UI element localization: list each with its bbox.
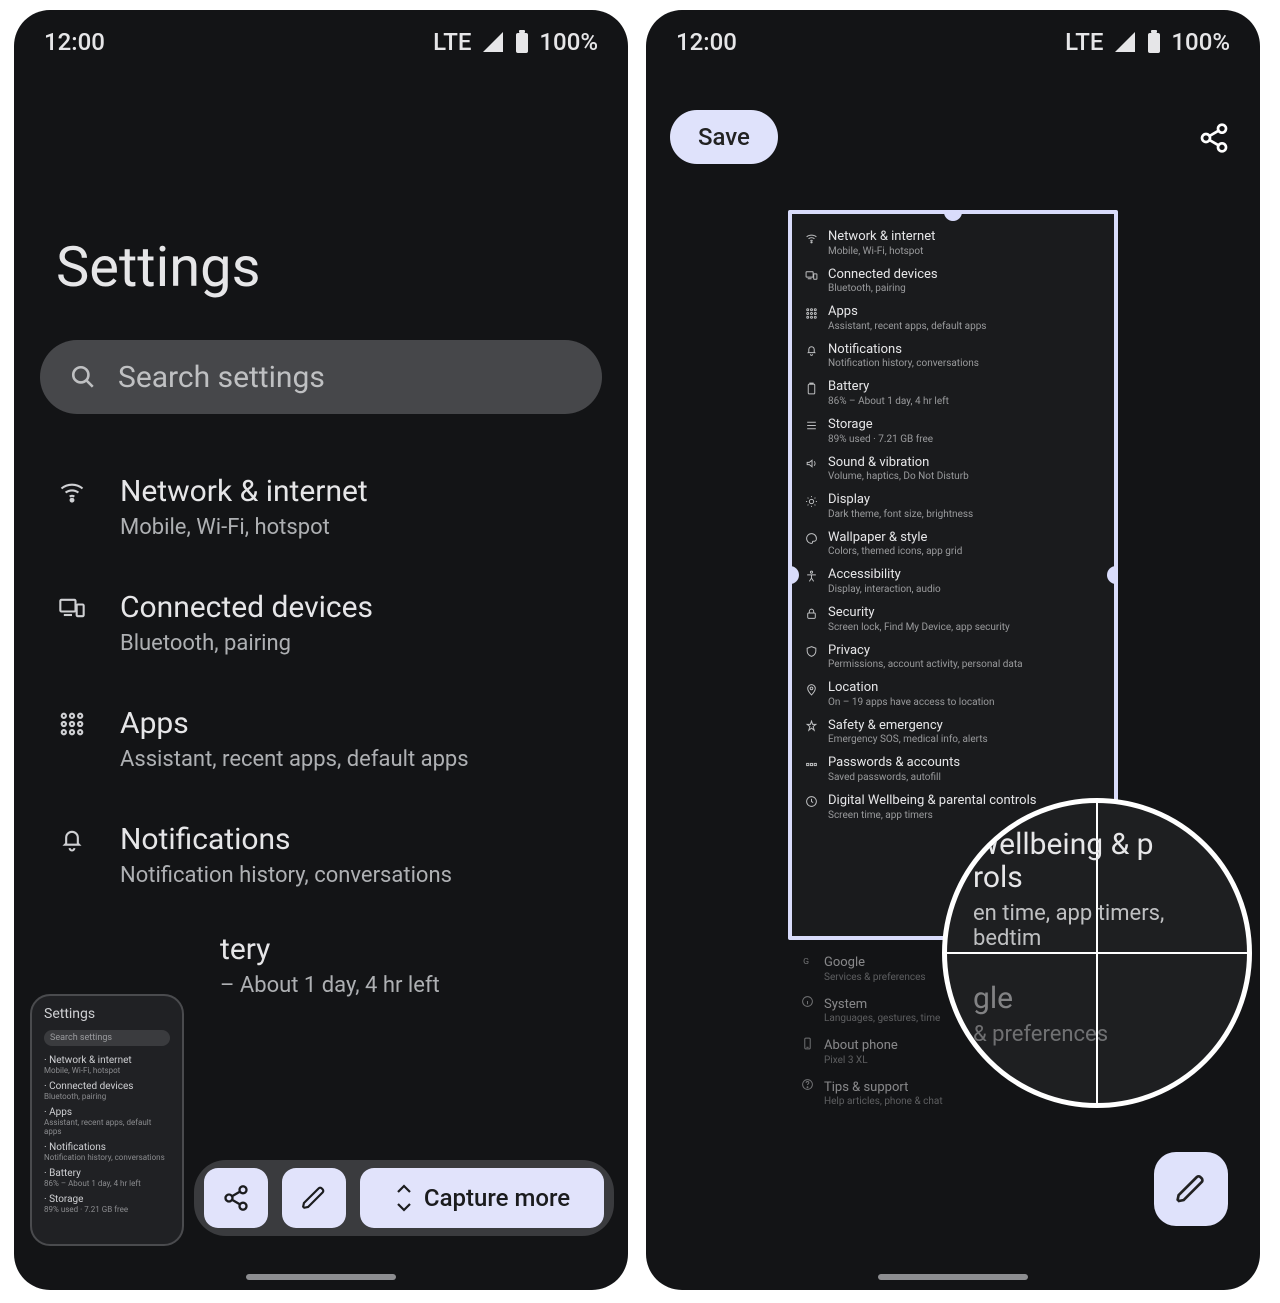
thumb-row: · Network & internetMobile, Wi-Fi, hotsp…: [44, 1052, 170, 1078]
list-item[interactable]: Connected devices Bluetooth, pairing: [58, 564, 614, 680]
wifi-icon: [58, 478, 86, 506]
thumb-row: · Connected devicesBluetooth, pairing: [44, 1078, 170, 1104]
status-time: 12:00: [44, 28, 105, 56]
left-phone-frame: 12:00 LTE 100% Settings Search settings: [14, 10, 628, 1290]
battery-icon: [58, 936, 86, 964]
signal-icon: [481, 30, 505, 54]
mini-list-item: AppsAssistant, recent apps, default apps: [804, 299, 1102, 337]
screenshot-toolbar: Capture more: [194, 1160, 614, 1236]
storage-icon: [804, 419, 818, 433]
thumb-row: · Battery86% – About 1 day, 4 hr left: [44, 1165, 170, 1191]
list-item-title: Network & internet: [120, 472, 368, 511]
list-item-title: tery: [120, 930, 440, 969]
status-network: LTE: [1065, 28, 1103, 56]
status-time: 12:00: [676, 28, 737, 56]
status-battery: 100%: [539, 28, 598, 56]
svg-text:G: G: [803, 956, 809, 966]
search-input[interactable]: Search settings: [40, 340, 602, 414]
battery-icon: [804, 381, 818, 395]
magnifier-text: gle: [973, 981, 1237, 1016]
status-network: LTE: [433, 28, 471, 56]
share-button[interactable]: [204, 1168, 268, 1228]
signal-icon: [1113, 30, 1137, 54]
star-icon: [804, 720, 818, 734]
search-icon: [70, 364, 96, 390]
mini-list-item: NotificationsNotification history, conve…: [804, 337, 1102, 375]
mini-list-item: Battery86% – About 1 day, 4 hr left: [804, 374, 1102, 412]
gesture-nav-pill[interactable]: [878, 1274, 1028, 1280]
list-item[interactable]: Apps Assistant, recent apps, default app…: [58, 680, 614, 796]
phone-icon: [800, 1036, 814, 1050]
gesture-nav-pill[interactable]: [246, 1274, 396, 1280]
share-button[interactable]: [1196, 120, 1232, 156]
edit-button[interactable]: [282, 1168, 346, 1228]
lock-icon: [804, 607, 818, 621]
list-item-title: Notifications: [120, 820, 452, 859]
crop-handle-right[interactable]: [1107, 566, 1118, 584]
search-placeholder: Search settings: [118, 360, 325, 395]
screenshot-thumbnail[interactable]: Settings Search settings · Network & int…: [30, 994, 184, 1246]
info-icon: [800, 995, 814, 1009]
bell-icon: [804, 344, 818, 358]
magnifier[interactable]: Wellbeing & p rols en time, app timers, …: [942, 798, 1252, 1108]
list-item-subtitle: Mobile, Wi-Fi, hotspot: [120, 515, 368, 540]
thumb-row: · Storage89% used · 7.21 GB free: [44, 1191, 170, 1217]
list-item[interactable]: Notifications Notification history, conv…: [58, 796, 614, 912]
mini-list-item: Safety & emergencyEmergency SOS, medical…: [804, 713, 1102, 751]
apps-icon: [804, 306, 818, 320]
google-icon: G: [800, 953, 814, 967]
mini-list-item: SecurityScreen lock, Find My Device, app…: [804, 600, 1102, 638]
magnifier-text: en time, app timers, bedtim: [973, 901, 1237, 951]
palette-icon: [804, 532, 818, 546]
magnifier-text: rols: [973, 860, 1237, 895]
mini-list-item: Wallpaper & styleColors, themed icons, a…: [804, 525, 1102, 563]
devices-icon: [804, 269, 818, 283]
list-item-subtitle: Notification history, conversations: [120, 863, 452, 888]
wifi-icon: [804, 231, 818, 245]
help-icon: [800, 1078, 814, 1092]
mini-list-item: PrivacyPermissions, account activity, pe…: [804, 638, 1102, 676]
location-icon: [804, 682, 818, 696]
magnifier-text: Wellbeing & p: [973, 827, 1237, 862]
list-item-subtitle: Bluetooth, pairing: [120, 631, 373, 656]
mini-list-item: Sound & vibrationVolume, haptics, Do Not…: [804, 450, 1102, 488]
accessibility-icon: [804, 569, 818, 583]
magnifier-text: & preferences: [973, 1022, 1237, 1047]
status-battery: 100%: [1171, 28, 1230, 56]
battery-icon: [515, 30, 529, 54]
devices-icon: [58, 594, 86, 622]
page-title: Settings: [14, 64, 628, 340]
sound-icon: [804, 457, 818, 471]
mini-list-item: AccessibilityDisplay, interaction, audio: [804, 562, 1102, 600]
apps-icon: [58, 710, 86, 738]
mini-list-item: Storage89% used · 7.21 GB free: [804, 412, 1102, 450]
mini-list-item: LocationOn – 19 apps have access to loca…: [804, 675, 1102, 713]
list-item-title: Apps: [120, 704, 469, 743]
thumb-row: · NotificationsNotification history, con…: [44, 1139, 170, 1165]
right-phone-frame: 12:00 LTE 100% Save Network: [646, 10, 1260, 1290]
list-item[interactable]: Network & internet Mobile, Wi-Fi, hotspo…: [58, 448, 614, 564]
key-icon: [804, 757, 818, 771]
list-item-title: Connected devices: [120, 588, 373, 627]
mini-list-item: Network & internetMobile, Wi-Fi, hotspot: [804, 224, 1102, 262]
display-icon: [804, 494, 818, 508]
edit-button[interactable]: [1154, 1152, 1228, 1226]
status-bar: 12:00 LTE 100%: [14, 10, 628, 64]
battery-icon: [1147, 30, 1161, 54]
mini-list-item: Connected devicesBluetooth, pairing: [804, 262, 1102, 300]
mini-list-item: Passwords & accountsSaved passwords, aut…: [804, 750, 1102, 788]
crop-handle-left[interactable]: [788, 566, 799, 584]
status-bar: 12:00 LTE 100%: [646, 10, 1260, 64]
capture-more-button[interactable]: Capture more: [360, 1168, 604, 1228]
thumb-row: · AppsAssistant, recent apps, default ap…: [44, 1104, 170, 1139]
wellbeing-icon: [804, 795, 818, 809]
mini-list-item: DisplayDark theme, font size, brightness: [804, 487, 1102, 525]
privacy-icon: [804, 645, 818, 659]
list-item-subtitle: Assistant, recent apps, default apps: [120, 747, 469, 772]
save-button[interactable]: Save: [670, 110, 778, 164]
bell-icon: [58, 826, 86, 854]
